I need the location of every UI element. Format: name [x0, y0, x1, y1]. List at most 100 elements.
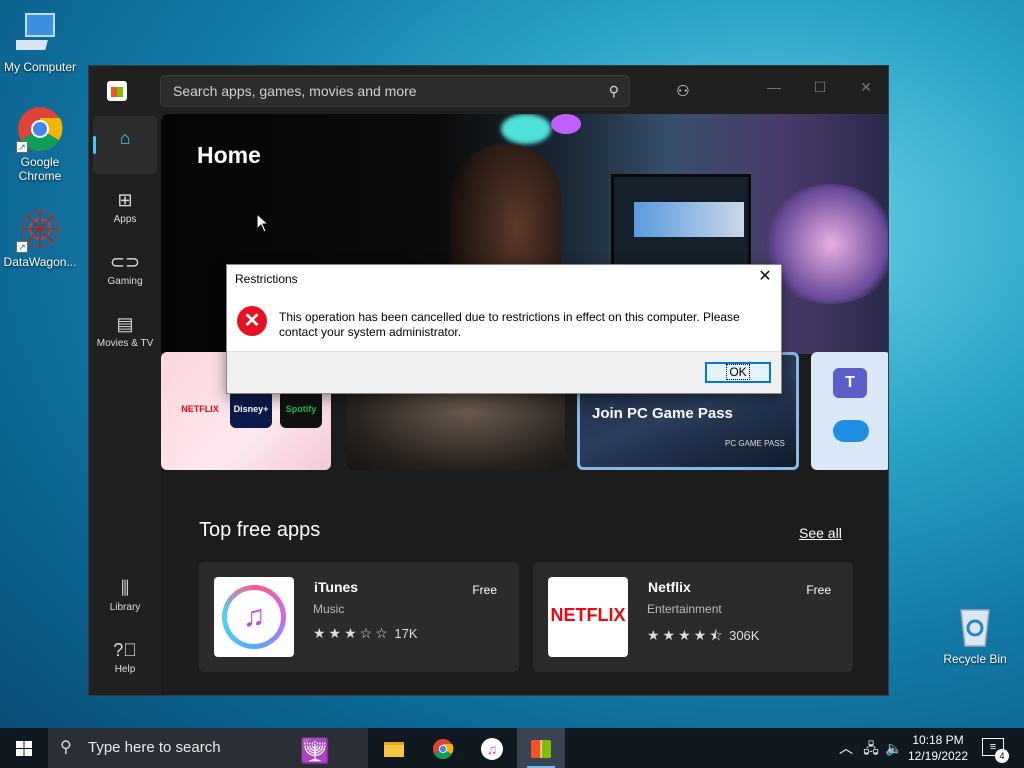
itunes-icon	[214, 577, 294, 657]
hero-light	[501, 114, 551, 144]
folder-icon	[384, 741, 404, 757]
nav-item-movies-tv[interactable]: ▤ Movies & TV	[93, 302, 157, 360]
notification-count-badge: 4	[995, 749, 1009, 763]
recycle-bin-icon	[951, 602, 999, 650]
app-card-itunes[interactable]: iTunes Music ★★★☆☆ 17K Free	[199, 562, 519, 672]
desktop-icon-recycle-bin[interactable]: Recycle Bin	[935, 602, 1015, 666]
nav-item-library[interactable]: ⫼ Library	[93, 566, 157, 624]
minimize-button[interactable]: —	[751, 72, 797, 102]
close-button[interactable]: ✕	[843, 72, 888, 102]
netflix-tile: NETFLIX	[181, 404, 219, 414]
chrome-icon: ↗	[16, 105, 64, 153]
itunes-icon: ♫	[481, 738, 503, 761]
menorah-icon: 🕎	[300, 738, 330, 765]
taskbar-chrome[interactable]	[419, 728, 467, 768]
nav-item-home[interactable]: ⌂	[93, 116, 157, 174]
desktop-icon-google-chrome[interactable]: ↗ Google Chrome	[0, 105, 80, 183]
hero-light	[551, 114, 581, 134]
desktop-icon-my-computer[interactable]: My Computer	[0, 10, 80, 74]
apps-icon: ⊞	[117, 190, 133, 210]
taskbar: ⚲ Type here to search 🕎 ♫ ︿ 🖧 🔈 10:18 PM…	[0, 728, 1024, 768]
maximize-button[interactable]: ☐	[797, 72, 843, 102]
datawagon-icon: ↗	[16, 205, 64, 253]
taskbar-search-placeholder: Type here to search	[88, 739, 221, 756]
ok-button-label: OK	[726, 364, 750, 380]
volume-icon[interactable]: 🔈	[884, 728, 904, 768]
review-count: 306K	[729, 628, 760, 643]
dialog-footer: OK	[227, 351, 781, 393]
app-card-netflix[interactable]: NETFLIX Netflix Entertainment ★★★★⯪ 306K…	[533, 562, 853, 672]
netflix-icon: NETFLIX	[548, 577, 628, 657]
nav-rail-bottom: ⫼ Library ?⃝ Help	[93, 566, 157, 690]
desktop-icon-label: Recycle Bin	[943, 652, 1007, 666]
taskbar-itunes[interactable]: ♫	[468, 728, 516, 768]
show-hidden-icons-chevron-icon[interactable]: ︿	[836, 728, 856, 768]
network-icon[interactable]: 🖧	[860, 728, 882, 768]
ok-button[interactable]: OK	[705, 362, 771, 383]
star-rating-icon: ★★★☆☆	[313, 625, 391, 641]
review-count: 17K	[394, 626, 418, 641]
banner-card-subtitle: PC GAME PASS	[725, 439, 785, 448]
taskbar-store[interactable]	[517, 728, 565, 768]
nav-rail: ⌂ ⊞ Apps ⊂⊃ Gaming ▤ Movies & TV	[93, 116, 157, 364]
home-icon: ⌂	[119, 128, 131, 148]
onedrive-icon	[833, 420, 869, 442]
taskbar-search[interactable]: ⚲ Type here to search 🕎	[48, 728, 368, 768]
dialog-close-button[interactable]: ✕	[755, 267, 775, 287]
dialog-title: Restrictions	[235, 272, 298, 286]
nav-item-label: Apps	[113, 214, 137, 225]
store-icon	[531, 740, 551, 759]
desktop-icon-datawagon[interactable]: ↗ DataWagon...	[0, 205, 80, 269]
page-title: Home	[197, 142, 261, 168]
nav-item-label: Library	[109, 602, 141, 613]
search-icon[interactable]: ⚲	[609, 76, 619, 106]
computer-icon	[13, 10, 64, 58]
dialog-message: This operation has been cancelled due to…	[279, 310, 740, 339]
netflix-logo-text: NETFLIX	[550, 605, 626, 625]
banner-card-microsoft-apps[interactable]: T	[811, 352, 888, 470]
nav-item-label: Gaming	[107, 276, 143, 287]
clock[interactable]: 10:18 PM 12/19/2022	[903, 732, 973, 764]
desktop-icon-label: DataWagon...	[3, 255, 77, 269]
windows-logo-icon	[16, 741, 32, 756]
app-rating: ★★★☆☆ 17K	[313, 625, 418, 642]
banner-card-title: Join PC Game Pass	[592, 405, 733, 422]
nav-item-apps[interactable]: ⊞ Apps	[93, 178, 157, 236]
account-icon[interactable]: ⚇	[669, 78, 697, 106]
app-category: Music	[313, 602, 345, 616]
app-rating: ★★★★⯪ 306K	[647, 625, 759, 649]
library-icon: ⫼	[120, 578, 130, 598]
shortcut-arrow-icon: ↗	[16, 241, 28, 253]
nav-item-label: Help	[114, 664, 136, 675]
see-all-link[interactable]: See all	[799, 525, 842, 541]
restrictions-dialog: Restrictions ✕ ✕ This operation has been…	[226, 264, 782, 394]
gamepad-icon: ⊂⊃	[109, 252, 141, 272]
nav-item-gaming[interactable]: ⊂⊃ Gaming	[93, 240, 157, 298]
chrome-icon	[432, 739, 454, 760]
store-search-placeholder: Search apps, games, movies and more	[173, 83, 417, 99]
section-title: Top free apps	[199, 519, 321, 541]
spotify-tile: Spotify	[280, 390, 322, 428]
nav-item-label: Movies & TV	[96, 338, 154, 349]
desktop-icon-label: My Computer	[3, 60, 77, 74]
search-icon: ⚲	[60, 739, 72, 756]
clock-time: 10:18 PM	[912, 733, 964, 747]
store-logo-icon	[107, 81, 127, 101]
title-bar: Search apps, games, movies and more ⚲ ⚇ …	[89, 66, 888, 116]
taskbar-file-explorer[interactable]	[370, 728, 418, 768]
shortcut-arrow-icon: ↗	[16, 141, 28, 153]
store-search-input[interactable]: Search apps, games, movies and more ⚲	[160, 75, 630, 107]
home-content: Home NETFLIX Disney+ Spotify Join PC Gam…	[161, 114, 888, 695]
nav-item-help[interactable]: ?⃝ Help	[93, 628, 157, 686]
star-rating-icon: ★★★★⯪	[647, 627, 726, 643]
app-category: Entertainment	[647, 602, 722, 616]
mouse-cursor-icon	[256, 213, 270, 233]
start-button[interactable]	[0, 728, 48, 768]
app-price: Free	[472, 583, 497, 597]
film-icon: ▤	[116, 314, 134, 334]
help-icon: ?⃝	[113, 640, 137, 660]
notification-center-icon[interactable]: ≡ 4	[982, 738, 1009, 763]
hero-monitor-image	[611, 174, 751, 269]
app-name: Netflix	[648, 579, 691, 595]
error-icon: ✕	[237, 306, 267, 336]
